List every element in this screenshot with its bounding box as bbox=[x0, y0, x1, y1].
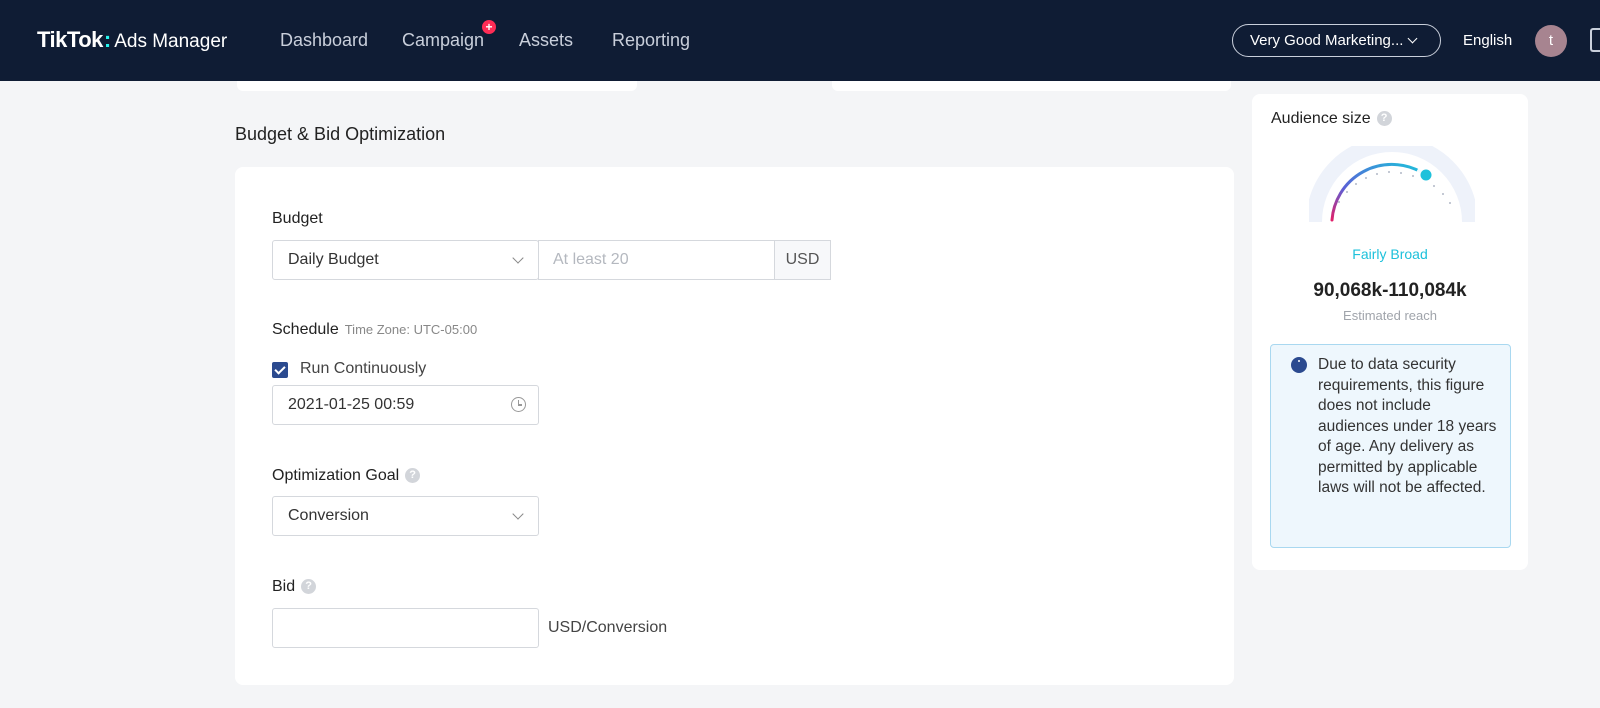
bid-unit: USD/Conversion bbox=[548, 619, 668, 636]
window-icon[interactable] bbox=[1590, 28, 1600, 52]
budget-type-select[interactable]: Daily Budget bbox=[272, 240, 539, 280]
info-icon bbox=[1291, 357, 1307, 373]
account-selector[interactable]: Very Good Marketing... bbox=[1232, 24, 1441, 57]
previous-card-bottom bbox=[237, 81, 637, 91]
bid-label-row: Bid? bbox=[272, 578, 317, 596]
help-icon[interactable]: ? bbox=[1376, 111, 1392, 127]
budget-label: Budget bbox=[272, 210, 323, 227]
bid-label: Bid bbox=[272, 578, 296, 595]
currency-addon: USD bbox=[774, 240, 831, 280]
avatar[interactable]: t bbox=[1535, 25, 1567, 57]
nav-dashboard[interactable]: Dashboard bbox=[280, 30, 368, 51]
tiktok-ads-manager-logo[interactable]: TikTok : Ads Manager bbox=[37, 27, 227, 53]
run-continuously-checkbox[interactable] bbox=[272, 362, 288, 378]
nav-assets[interactable]: Assets bbox=[519, 30, 573, 51]
top-nav: TikTok : Ads Manager Dashboard Campaign … bbox=[0, 0, 1600, 81]
chevron-down-icon bbox=[512, 252, 524, 264]
audience-level: Fairly Broad bbox=[1352, 246, 1428, 262]
audience-size-panel: Audience size? Fairly Broad 90,068k-110,… bbox=[1252, 94, 1528, 570]
language-switch[interactable]: English bbox=[1463, 32, 1512, 49]
logo-colon: : bbox=[103, 27, 112, 52]
campaign-badge: + bbox=[482, 20, 496, 34]
help-icon[interactable]: ? bbox=[405, 468, 421, 484]
run-continuously-label[interactable]: Run Continuously bbox=[300, 360, 426, 378]
budget-type-value: Daily Budget bbox=[288, 251, 379, 268]
logo-product: Ads Manager bbox=[114, 31, 228, 52]
schedule-label-row: Schedule Time Zone: UTC-05:00 bbox=[272, 321, 477, 339]
audience-size-title: Audience size bbox=[1271, 110, 1371, 127]
previous-card-bottom-right bbox=[832, 81, 1231, 91]
account-name: Very Good Marketing... bbox=[1250, 32, 1404, 49]
optimization-label-row: Optimization Goal? bbox=[272, 467, 421, 485]
notice-text: Due to data security requirements, this … bbox=[1318, 356, 1497, 496]
start-datetime-picker[interactable]: 2021-01-25 00:59 bbox=[272, 385, 539, 425]
logo-brand: TikTok bbox=[37, 27, 103, 52]
help-icon[interactable]: ? bbox=[301, 579, 317, 595]
data-security-notice: Due to data security requirements, this … bbox=[1270, 344, 1511, 548]
optimization-goal-select[interactable]: Conversion bbox=[272, 496, 539, 536]
chevron-down-icon bbox=[1407, 33, 1418, 44]
chevron-down-icon bbox=[512, 508, 524, 520]
nav-campaign[interactable]: Campaign bbox=[402, 30, 484, 51]
audience-size-title-row: Audience size? bbox=[1271, 110, 1392, 128]
estimated-reach-value: 90,068k-110,084k bbox=[1313, 280, 1467, 301]
schedule-label: Schedule bbox=[272, 321, 339, 338]
budget-bid-card: Budget Daily Budget USD Schedule Time Zon… bbox=[235, 167, 1234, 685]
estimated-reach-label: Estimated reach bbox=[1343, 308, 1437, 323]
audience-gauge bbox=[1309, 146, 1475, 223]
timezone-label: Time Zone: UTC-05:00 bbox=[344, 322, 478, 337]
start-datetime-value: 2021-01-25 00:59 bbox=[288, 396, 415, 413]
optimization-goal-value: Conversion bbox=[288, 507, 369, 524]
section-title: Budget & Bid Optimization bbox=[235, 124, 446, 144]
optimization-goal-label: Optimization Goal bbox=[272, 467, 400, 484]
budget-amount-input[interactable] bbox=[538, 240, 775, 280]
bid-input[interactable] bbox=[272, 608, 539, 648]
nav-reporting[interactable]: Reporting bbox=[612, 30, 690, 51]
clock-icon bbox=[511, 397, 526, 412]
